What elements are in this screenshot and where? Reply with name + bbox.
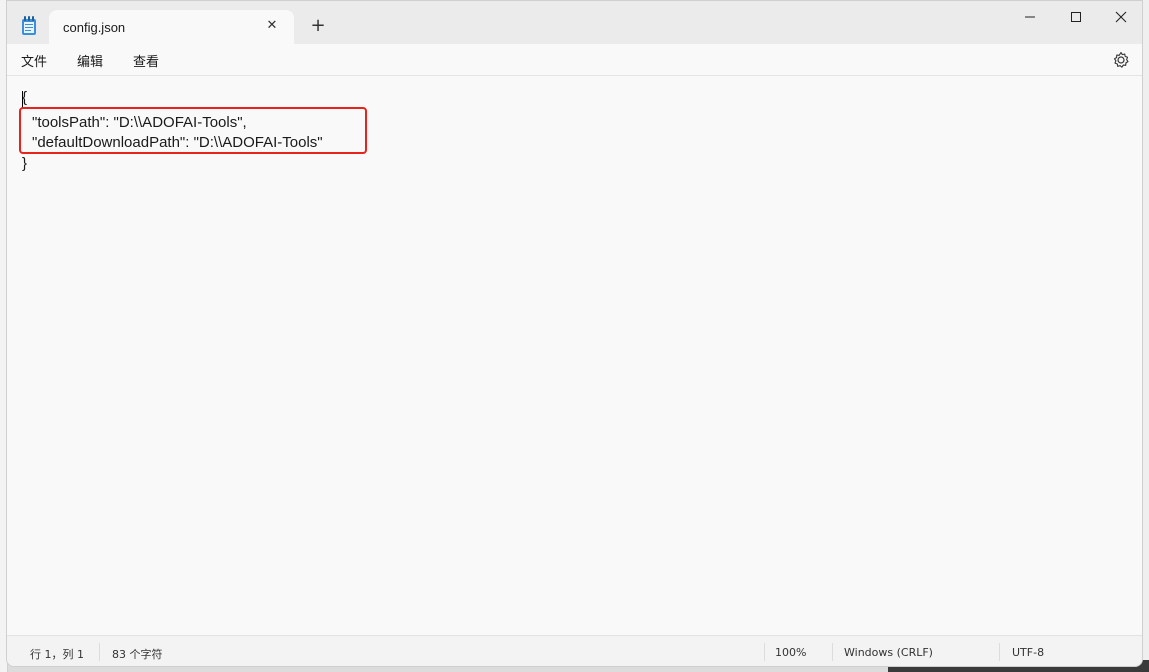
status-divider xyxy=(99,643,100,661)
notepad-window: config.json ✕ + 文件 编辑 查看 {"toolsPath": … xyxy=(6,0,1143,667)
cursor-position: 行 1，列 1 xyxy=(30,648,84,661)
close-icon xyxy=(1115,11,1127,23)
minimize-button[interactable] xyxy=(1007,1,1053,33)
character-count: 83 个字符 xyxy=(112,648,163,661)
minimize-icon xyxy=(1025,16,1035,18)
red-highlight-annotation xyxy=(19,107,367,154)
background-window-edge-right xyxy=(1142,0,1149,672)
close-window-button[interactable] xyxy=(1098,1,1142,33)
status-divider xyxy=(999,643,1000,661)
title-bar[interactable]: config.json ✕ + xyxy=(7,1,1142,44)
maximize-icon xyxy=(1071,12,1081,22)
menu-file[interactable]: 文件 xyxy=(21,51,47,71)
notepad-app-icon xyxy=(22,16,36,35)
text-caret xyxy=(22,91,23,108)
zoom-level[interactable]: 100% xyxy=(775,646,806,659)
gear-icon[interactable] xyxy=(1111,50,1131,70)
status-divider xyxy=(832,643,833,661)
tab-title: config.json xyxy=(63,20,126,35)
status-bar: 行 1，列 1 83 个字符 100% Windows (CRLF) UTF-8 xyxy=(7,635,1142,666)
new-tab-button[interactable]: + xyxy=(308,16,328,36)
editor-line-4: } xyxy=(22,155,28,172)
menu-bar: 文件 编辑 查看 xyxy=(7,44,1142,76)
maximize-button[interactable] xyxy=(1053,1,1099,33)
text-editor-area[interactable]: { "toolsPath": "D:\\ADOFAI-Tools", "defa… xyxy=(7,77,1142,635)
tab-config-json[interactable]: config.json ✕ xyxy=(49,10,294,44)
tab-close-icon[interactable]: ✕ xyxy=(264,18,280,34)
menu-edit[interactable]: 编辑 xyxy=(77,51,103,71)
line-ending[interactable]: Windows (CRLF) xyxy=(844,646,933,659)
status-divider xyxy=(764,643,765,661)
menu-view[interactable]: 查看 xyxy=(133,51,159,71)
encoding[interactable]: UTF-8 xyxy=(1012,646,1044,659)
